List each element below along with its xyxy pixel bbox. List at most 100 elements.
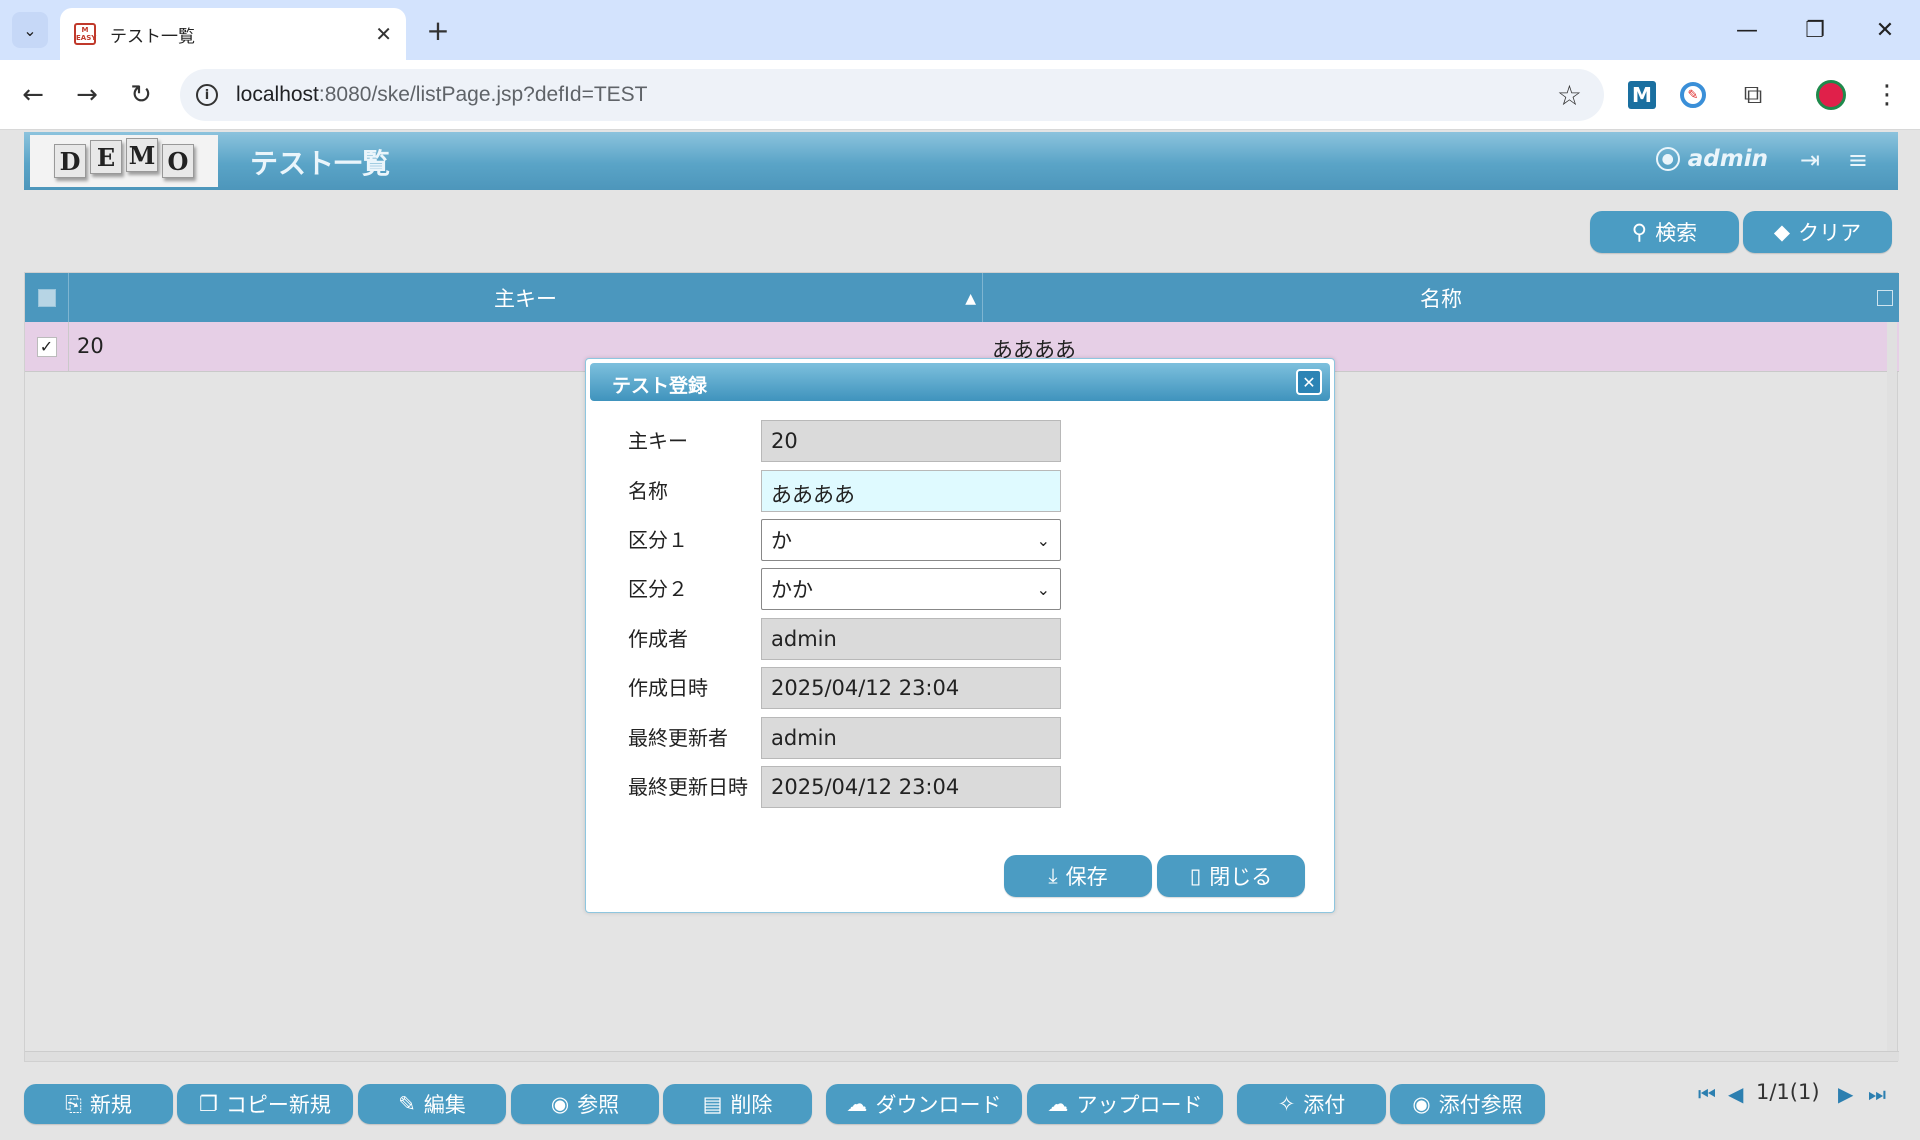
favicon-icon: M EASY: [74, 23, 96, 45]
kubun1-select[interactable]: か ⌄: [761, 519, 1061, 561]
edit-button-label: 編集: [423, 1093, 466, 1117]
user-icon: ●: [1655, 147, 1680, 171]
logo-letter: M: [126, 138, 158, 172]
kubun2-select[interactable]: かか ⌄: [761, 568, 1061, 610]
edit-button[interactable]: ✎ 編集: [358, 1084, 506, 1124]
extension-m-icon[interactable]: M: [1628, 81, 1656, 109]
site-info-icon[interactable]: i: [196, 84, 218, 106]
upload-button[interactable]: ☁ アップロード: [1027, 1084, 1223, 1124]
new-file-icon: ⎘: [65, 1091, 82, 1116]
select-all-checkbox[interactable]: [25, 273, 69, 322]
grid-header: 主キー ▲ 名称: [25, 273, 1899, 322]
logout-icon[interactable]: ⇥: [1800, 146, 1820, 174]
dialog-title: テスト登録: [612, 375, 708, 397]
menu-icon[interactable]: ≡: [1848, 146, 1868, 174]
delete-file-icon: ▤: [702, 1092, 723, 1116]
attach-button[interactable]: ✧ 添付: [1237, 1084, 1386, 1124]
label-created-at: 作成日時: [628, 676, 708, 700]
register-dialog: テスト登録 ✕ 主キー 20 名称 ああああ 区分１ か ⌄ 区分２ かか ⌄ …: [585, 358, 1335, 913]
new-button[interactable]: ⎘ 新規: [24, 1084, 173, 1124]
created-at-field: 2025/04/12 23:04: [761, 667, 1061, 709]
column-header-key[interactable]: 主キー ▲: [69, 273, 983, 322]
save-button[interactable]: ⤓ 保存: [1004, 855, 1152, 897]
label-name: 名称: [628, 479, 668, 503]
minimize-button[interactable]: —: [1724, 10, 1770, 50]
eye-icon: ◉: [550, 1092, 570, 1116]
demo-logo: D E M O: [30, 135, 218, 187]
next-page-icon[interactable]: ▶: [1838, 1082, 1853, 1106]
bookmark-star-icon[interactable]: ☆: [1557, 79, 1582, 112]
horizontal-scrollbar[interactable]: [25, 1051, 1899, 1061]
browser-menu-icon[interactable]: ⋮: [1870, 78, 1904, 112]
copy-new-button[interactable]: ❐ コピー新規: [177, 1084, 353, 1124]
view-button-label: 参照: [577, 1093, 620, 1117]
last-page-icon[interactable]: ⏭: [1868, 1082, 1886, 1106]
sort-asc-icon: ▲: [965, 291, 976, 307]
new-button-label: 新規: [89, 1093, 132, 1117]
tab-close-icon[interactable]: ✕: [375, 22, 392, 46]
page-title: テスト一覧: [250, 147, 391, 180]
search-button[interactable]: ⚲ 検索: [1590, 211, 1739, 253]
first-page-icon[interactable]: ⏮: [1698, 1082, 1716, 1106]
reload-button[interactable]: ↻: [122, 76, 160, 114]
copy-icon: ❐: [199, 1092, 218, 1116]
extensions-puzzle-icon[interactable]: ⧉: [1736, 78, 1770, 112]
close-button-label: 閉じる: [1209, 865, 1273, 889]
eraser-icon: ◆: [1773, 220, 1791, 244]
back-button[interactable]: ←: [14, 76, 52, 114]
column-menu-icon[interactable]: [1877, 290, 1893, 306]
column-header-name[interactable]: 名称: [983, 273, 1899, 322]
profile-avatar-icon[interactable]: [1816, 80, 1846, 110]
close-button[interactable]: ▯ 閉じる: [1157, 855, 1305, 897]
check-icon: ✓: [36, 337, 57, 357]
label-created-by: 作成者: [628, 627, 688, 651]
close-icon[interactable]: ✕: [1296, 369, 1322, 395]
new-tab-button[interactable]: +: [420, 12, 456, 48]
clear-button-label: クリア: [1798, 221, 1862, 245]
delete-button[interactable]: ▤ 削除: [663, 1084, 812, 1124]
logo-letter: D: [54, 144, 86, 178]
chevron-down-icon: ⌄: [23, 20, 37, 40]
prev-page-icon[interactable]: ◀: [1728, 1082, 1743, 1106]
attach-view-button[interactable]: ◉ 添付参照: [1390, 1084, 1545, 1124]
browser-tabstrip: ⌄ M EASY テスト一覧 ✕ + — ❐ ✕: [0, 0, 1920, 60]
restore-button[interactable]: ❐: [1792, 10, 1838, 50]
window-close-button[interactable]: ✕: [1862, 10, 1908, 50]
download-cloud-icon: ☁: [846, 1092, 868, 1116]
key-field: 20: [761, 420, 1061, 462]
column-header-name-label: 名称: [1420, 286, 1462, 311]
app-header: D E M O テスト一覧 ● admin ⇥ ≡: [24, 132, 1898, 190]
upload-button-label: アップロード: [1076, 1093, 1203, 1117]
tab-search-button[interactable]: ⌄: [12, 12, 48, 48]
view-button[interactable]: ◉ 参照: [511, 1084, 659, 1124]
column-header-key-label: 主キー: [494, 286, 557, 311]
updated-by-field: admin: [761, 717, 1061, 759]
door-icon: ▯: [1189, 864, 1202, 888]
user-name: admin: [1687, 146, 1768, 172]
download-button-label: ダウンロード: [875, 1093, 1002, 1117]
chevron-down-icon: ⌄: [1036, 579, 1050, 599]
dialog-titlebar[interactable]: テスト登録 ✕: [590, 363, 1330, 401]
copy-new-button-label: コピー新規: [225, 1093, 331, 1117]
url-text: localhost:8080/ske/listPage.jsp?defId=TE…: [236, 83, 648, 106]
tab-title: テスト一覧: [110, 26, 195, 47]
label-kubun1: 区分１: [628, 528, 688, 552]
vertical-scrollbar[interactable]: [1887, 322, 1897, 1052]
clear-button[interactable]: ◆ クリア: [1743, 211, 1892, 253]
row-checkbox[interactable]: ✓: [25, 322, 69, 372]
download-button[interactable]: ☁ ダウンロード: [826, 1084, 1022, 1124]
browser-tab[interactable]: M EASY テスト一覧 ✕: [60, 8, 406, 60]
eye-icon: ◉: [1412, 1092, 1431, 1116]
user-menu[interactable]: ● admin: [1655, 146, 1768, 172]
extension-compass-icon[interactable]: ✎: [1680, 82, 1706, 108]
forward-button[interactable]: →: [68, 76, 106, 114]
search-button-label: 検索: [1655, 221, 1698, 245]
name-input[interactable]: ああああ: [761, 470, 1061, 512]
pin-icon: ✧: [1277, 1092, 1296, 1116]
save-icon: ⤓: [1048, 863, 1058, 888]
address-bar[interactable]: i localhost:8080/ske/listPage.jsp?defId=…: [180, 69, 1604, 121]
label-updated-by: 最終更新者: [628, 726, 728, 750]
attach-view-button-label: 添付参照: [1438, 1093, 1523, 1117]
label-kubun2: 区分２: [628, 577, 688, 601]
updated-at-field: 2025/04/12 23:04: [761, 766, 1061, 808]
